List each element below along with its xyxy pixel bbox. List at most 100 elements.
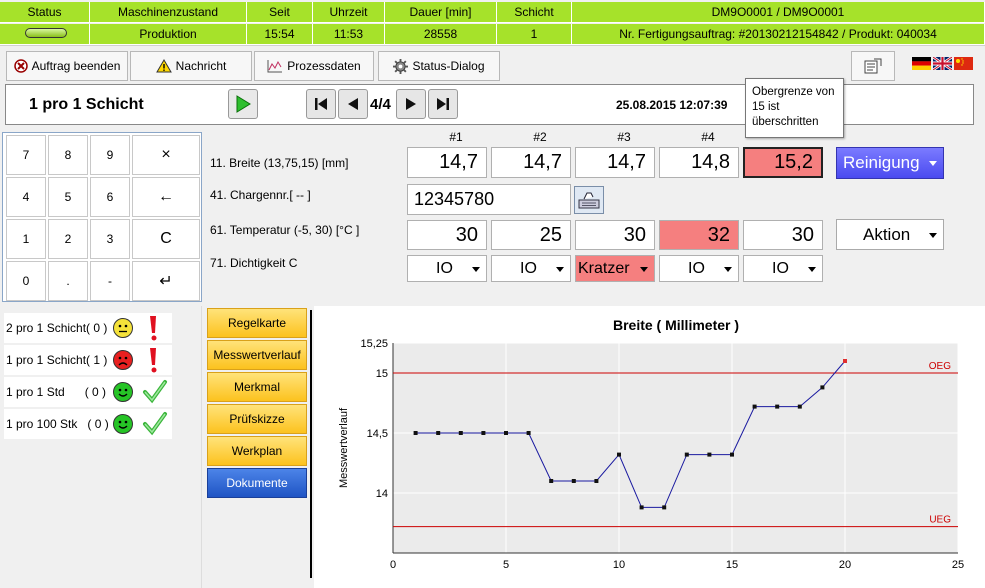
dicht-value-3: Kratzer [578,260,630,277]
key-4[interactable]: 4 [6,177,46,217]
flag-de-icon[interactable] [912,57,931,70]
data-point [752,404,757,409]
status-value-1: Produktion [90,24,247,45]
next-icon [406,98,416,110]
page-indicator: 4/4 [370,96,391,113]
key-13[interactable]: . [48,261,88,301]
happy-face-icon [113,382,133,402]
plot-area [393,343,958,553]
key-7[interactable]: ← [132,177,200,217]
status-list-label: 1 pro 1 Schicht( 1 ) [6,353,108,367]
prev-page-button[interactable] [338,89,368,119]
aktion-label: Aktion [863,225,911,244]
divider [310,310,312,578]
message-button[interactable]: Nachricht [130,51,252,81]
skip-first-icon [315,98,327,110]
key-15[interactable]: ↵ [132,261,200,301]
column-header-2: #2 [533,130,547,144]
y-axis-label: Messwertverlauf [338,407,350,488]
flag-cn-icon[interactable] [954,57,973,70]
first-page-button[interactable] [306,89,336,119]
key-3[interactable]: × [132,135,200,175]
chevron-down-icon [556,267,564,272]
status-header-6: DM9O0001 / DM9O0001 [572,2,985,23]
chevron-down-icon [808,267,816,272]
dicht-select-3[interactable]: Kratzer [575,255,655,282]
key-10[interactable]: 3 [90,219,130,259]
key-12[interactable]: 0 [6,261,46,301]
key-2[interactable]: 9 [90,135,130,175]
status-header-2: Seit [247,2,313,23]
temp-label: 61. Temperatur (-5, 30) [°C ] [210,223,360,237]
y-tick-label: 14,5 [367,428,388,440]
key-14[interactable]: - [90,261,130,301]
warning-icon [155,59,172,73]
side-button-2[interactable]: Merkmal [207,372,307,402]
chevron-down-icon [724,267,732,272]
neutral-face-icon [113,318,133,338]
temp-value-1[interactable]: 30 [407,220,487,250]
status-header-0: Status [0,2,90,23]
scanner-button[interactable] [574,186,604,214]
chevron-down-icon [472,267,480,272]
key-9[interactable]: 2 [48,219,88,259]
happy-face-icon [113,414,133,434]
chart-title: Breite ( Millimeter ) [613,317,739,333]
key-1[interactable]: 8 [48,135,88,175]
next-page-button[interactable] [396,89,426,119]
settings-button[interactable] [851,51,895,81]
breite-value-3[interactable]: 14,7 [575,147,655,178]
temp-value-3[interactable]: 30 [575,220,655,250]
data-point [594,479,599,483]
settings-icon [864,58,882,74]
status-dialog-button[interactable]: Status-Dialog [378,51,500,81]
cancel-icon [13,59,28,73]
dicht-label: 71. Dichtigkeit C [210,256,298,270]
dicht-select-4[interactable]: IO [659,255,739,282]
end-order-button[interactable]: Auftrag beenden [6,51,128,81]
key-11[interactable]: C [132,219,200,259]
dicht-select-1[interactable]: IO [407,255,487,282]
flag-uk-icon[interactable] [933,57,952,70]
data-point [436,431,441,435]
dicht-select-2[interactable]: IO [491,255,571,282]
side-button-5[interactable]: Dokumente [207,468,307,498]
chevron-down-icon [640,267,648,272]
key-6[interactable]: 6 [90,177,130,217]
temp-value-4[interactable]: 32 [659,220,739,250]
x-tick-label: 25 [952,559,964,571]
key-8[interactable]: 1 [6,219,46,259]
temp-value-5[interactable]: 30 [743,220,823,250]
reinigung-button[interactable]: Reinigung [836,147,944,179]
message-label: Nachricht [175,59,227,73]
skip-last-icon [437,98,449,110]
column-header-3: #3 [617,130,631,144]
aktion-button[interactable]: Aktion [836,219,944,250]
status-header-5: Schicht [497,2,572,23]
breite-value-1[interactable]: 14,7 [407,147,487,178]
play-icon [236,95,251,113]
play-button[interactable] [228,89,258,119]
breite-value-5[interactable]: 15,2 [743,147,823,178]
side-button-0[interactable]: Regelkarte [207,308,307,338]
dicht-select-5[interactable]: IO [743,255,823,282]
process-data-button[interactable]: Prozessdaten [254,51,374,81]
chevron-down-icon [929,233,937,238]
x-tick-label: 15 [726,559,738,571]
last-page-button[interactable] [428,89,458,119]
breite-value-4[interactable]: 14,8 [659,147,739,178]
key-5[interactable]: 5 [48,177,88,217]
charge-input[interactable]: 12345780 [407,184,571,215]
temp-value-2[interactable]: 25 [491,220,571,250]
side-button-1[interactable]: Messwertverlauf [207,340,307,370]
data-point [526,431,531,435]
breite-value-2[interactable]: 14,7 [491,147,571,178]
side-button-4[interactable]: Werkplan [207,436,307,466]
status-value-4: 28558 [385,24,497,45]
status-list-label: 1 pro 100 Stk ( 0 ) [6,417,109,431]
process-data-label: Prozessdaten [287,59,361,73]
check-icon [143,380,167,404]
key-0[interactable]: 7 [6,135,46,175]
prev-icon [348,98,358,110]
side-button-3[interactable]: Prüfskizze [207,404,307,434]
